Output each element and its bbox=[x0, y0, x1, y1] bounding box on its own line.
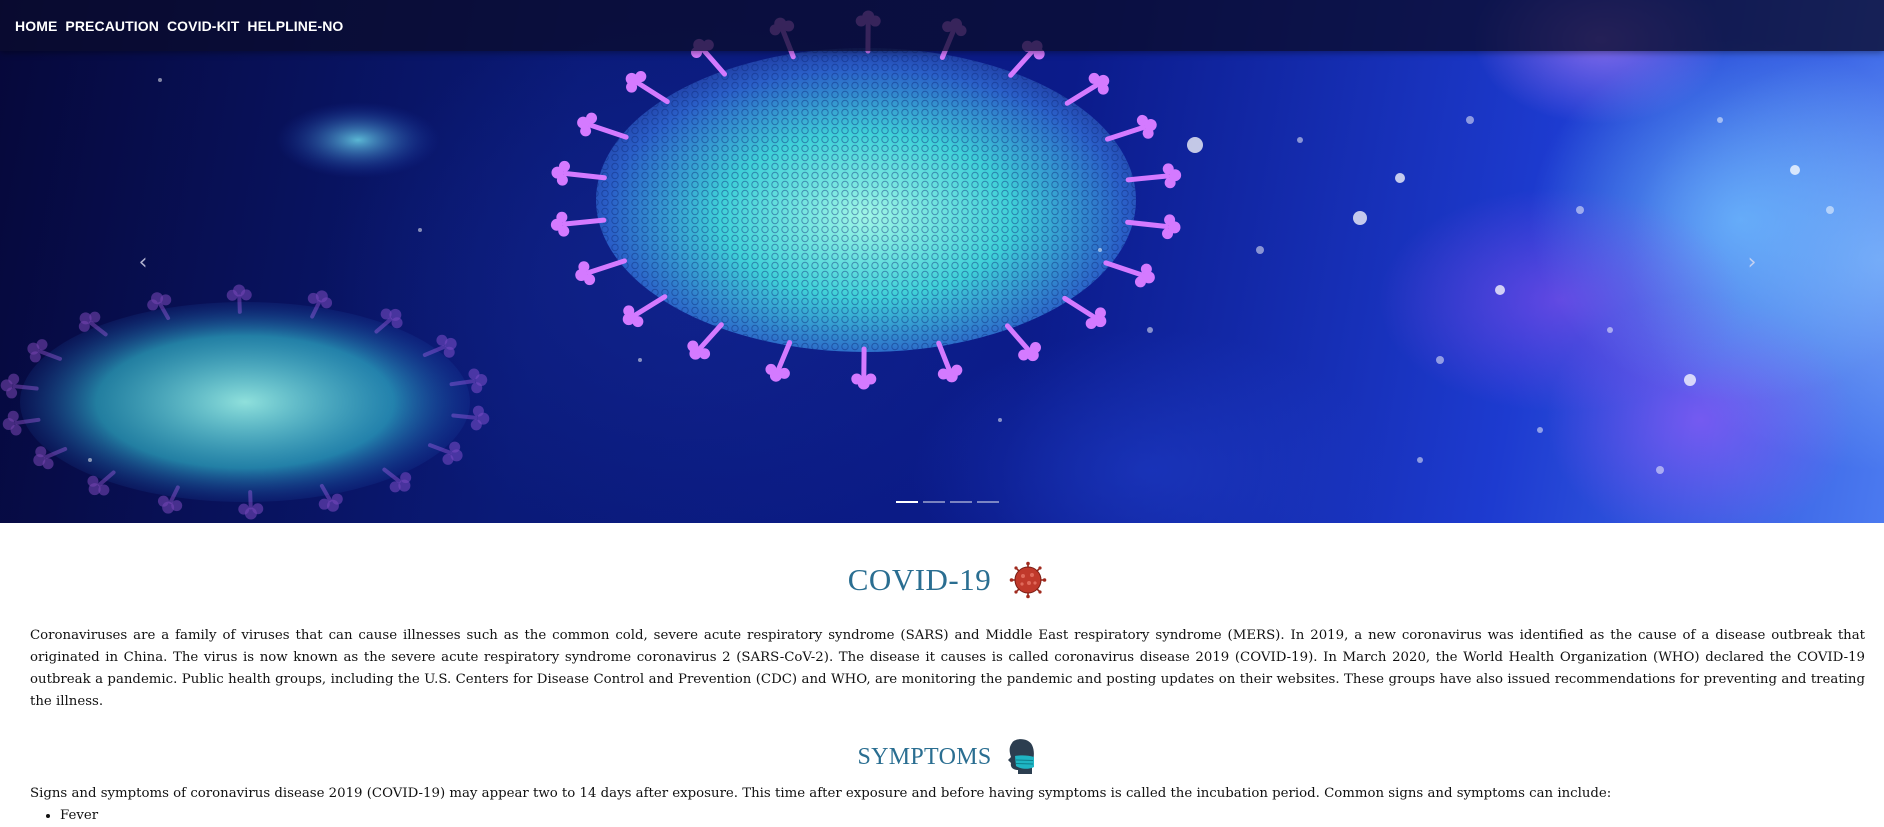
carousel-prev-button[interactable]: ‹ bbox=[128, 247, 158, 277]
hero-carousel: HOME PRECAUTION COVID-KIT HELPLINE-NO ‹ … bbox=[0, 0, 1884, 523]
top-navbar: HOME PRECAUTION COVID-KIT HELPLINE-NO bbox=[0, 0, 1884, 51]
carousel-next-button[interactable]: › bbox=[1737, 247, 1767, 277]
nav-helpline-no[interactable]: HELPLINE-NO bbox=[247, 18, 343, 34]
masked-head-icon bbox=[1004, 737, 1038, 777]
carousel-indicator[interactable] bbox=[950, 501, 972, 503]
covid-heading: COVID-19 bbox=[30, 560, 1865, 600]
carousel-indicator[interactable] bbox=[896, 501, 918, 503]
chevron-left-icon: ‹ bbox=[139, 250, 148, 275]
covid-description: Coronaviruses are a family of viruses th… bbox=[30, 625, 1865, 713]
symptoms-list: Fever bbox=[30, 805, 1865, 827]
virus-icon bbox=[1009, 561, 1047, 599]
nav-covid-kit[interactable]: COVID-KIT bbox=[167, 18, 239, 34]
main-content: COVID-19 Coronaviruses are a family of bbox=[0, 560, 1884, 827]
carousel-indicators bbox=[896, 501, 999, 503]
list-item: Fever bbox=[60, 805, 1865, 827]
carousel-indicator[interactable] bbox=[977, 501, 999, 503]
nav-precaution[interactable]: PRECAUTION bbox=[65, 18, 159, 34]
symptoms-heading: SYMPTOMS bbox=[30, 735, 1865, 779]
carousel-indicator[interactable] bbox=[923, 501, 945, 503]
symptoms-intro: Signs and symptoms of coronavirus diseas… bbox=[30, 783, 1865, 805]
coronavirus-illustration bbox=[0, 0, 1884, 523]
symptoms-title: SYMPTOMS bbox=[857, 744, 991, 771]
covid-title: COVID-19 bbox=[848, 562, 992, 598]
chevron-right-icon: › bbox=[1748, 250, 1757, 275]
nav-home[interactable]: HOME bbox=[15, 18, 57, 34]
